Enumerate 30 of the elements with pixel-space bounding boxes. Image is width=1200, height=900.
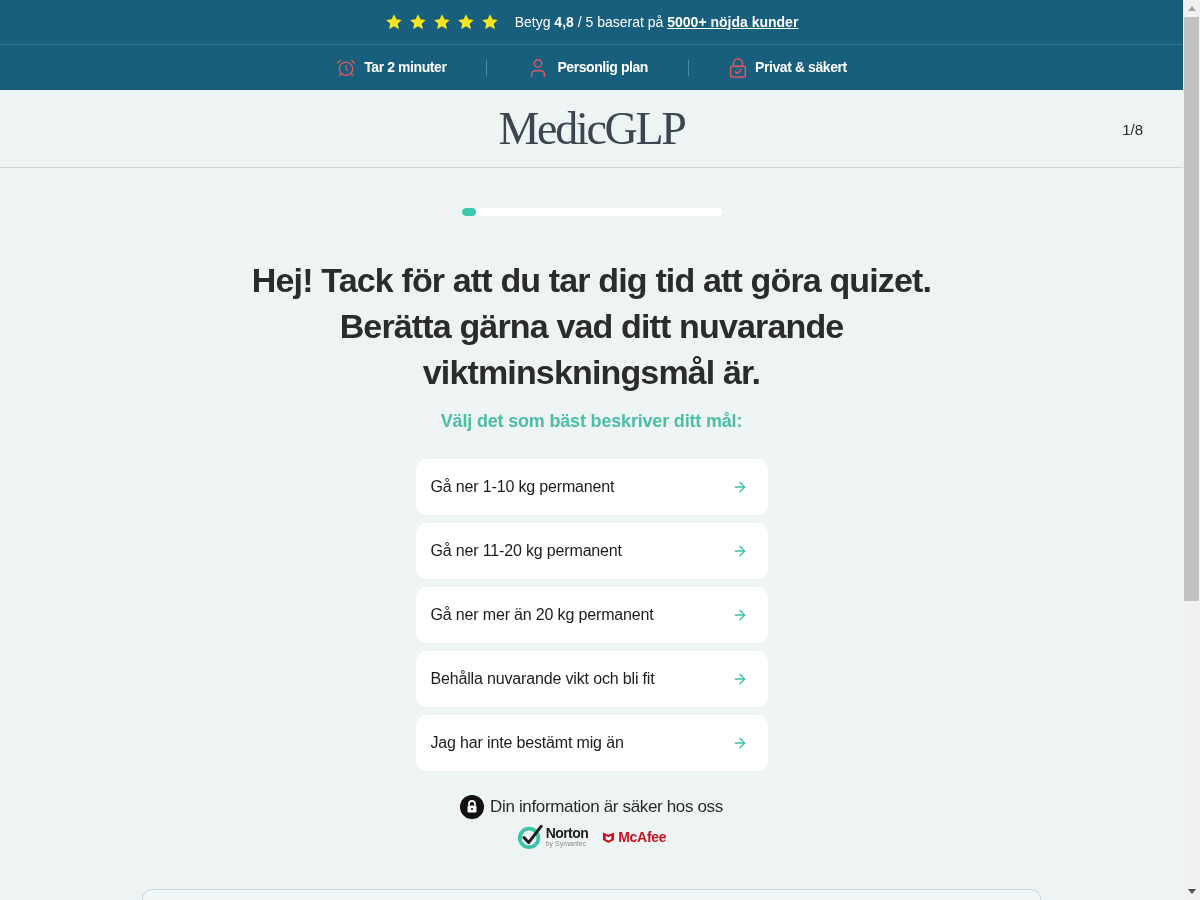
feature-label: Personlig plan	[557, 58, 648, 77]
star-icon	[408, 13, 427, 31]
answer-option[interactable]: Behålla nuvarande vikt och bli fit	[415, 651, 768, 707]
security-note: Din information är säker hos oss	[490, 796, 723, 819]
star-icon	[432, 13, 451, 31]
question-subtitle: Välj det som bäst beskriver ditt mål:	[440, 410, 743, 433]
badge-name: McAfee	[618, 830, 667, 844]
feature-label: Privat & säkert	[755, 58, 847, 77]
reviews-link[interactable]: 5000+ nöjda kunder	[667, 13, 799, 30]
scrollbar-thumb[interactable]	[1184, 17, 1199, 601]
check-circle-icon	[516, 824, 543, 850]
rating-text: Betyg 4,8 / 5 baserat på 5000+ nöjda kunder	[514, 12, 799, 32]
shield-icon	[602, 830, 616, 844]
star-icon	[456, 13, 475, 31]
lock-icon	[460, 795, 485, 819]
scroll-up-icon[interactable]	[1187, 6, 1196, 11]
answer-option[interactable]: Jag har inte bestämt mig än	[415, 715, 768, 771]
answer-option[interactable]: Gå ner 1-10 kg permanent	[415, 459, 768, 515]
feature-label: Tar 2 minuter	[364, 58, 447, 77]
scroll-down-icon[interactable]	[1187, 889, 1196, 894]
logo[interactable]: MedicGLP	[498, 105, 685, 152]
star-icon	[480, 13, 499, 31]
answer-option[interactable]: Gå ner mer än 20 kg permanent	[415, 587, 768, 643]
star-icon	[384, 13, 403, 31]
question-heading: Hej! Tack för att du tar dig tid att göra quizet. Berätta gärna vad ditt nuvarande viktminskningsmål är.	[250, 260, 933, 393]
badge-name: Norton	[545, 826, 589, 840]
step-counter: 1/8	[1122, 120, 1143, 140]
answer-option[interactable]: Gå ner 11-20 kg permanent	[415, 523, 768, 579]
lock-icon	[729, 57, 747, 78]
alarm-clock-icon	[336, 57, 357, 78]
